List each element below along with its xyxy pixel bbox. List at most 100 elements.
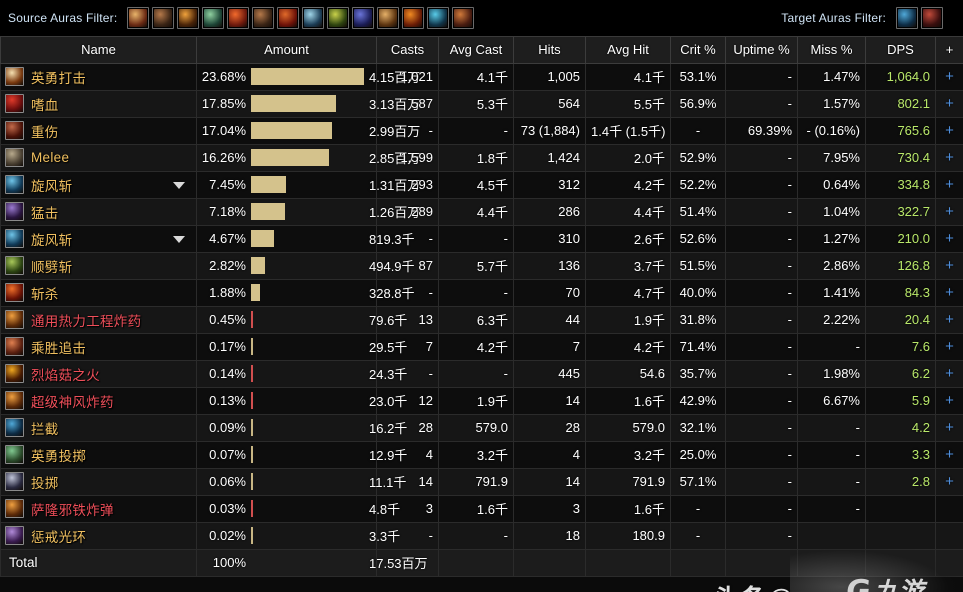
table-row[interactable]: 萨隆邪铁炸弹 0.03% 4.8千 3 1.6千 3 1.6千 - - - <box>0 495 963 523</box>
chevron-down-icon[interactable] <box>173 235 185 243</box>
aura-icon-demon[interactable] <box>277 7 300 29</box>
aura-icon-spirit[interactable] <box>427 7 450 29</box>
cell-name[interactable]: 顺劈斩 <box>0 252 197 280</box>
column-header-hits[interactable]: Hits <box>513 37 586 64</box>
table-row[interactable]: 猛击 7.18% 1.26百万 289 4.4千 286 4.4千 51.4% -1.04% 32… <box>0 198 963 226</box>
cell-expand[interactable]: + <box>935 279 963 307</box>
cell-name[interactable]: 拦截 <box>0 414 197 442</box>
cell-name[interactable]: 通用热力工程炸药 <box>0 306 197 334</box>
cell-expand[interactable]: + <box>935 171 963 199</box>
aura-icon-bleed[interactable] <box>127 7 150 29</box>
table-row[interactable]: Melee 16.26% 2.85百万 1,599 1.8千 1,424 2.0千 52.9%… <box>0 144 963 172</box>
cell-name[interactable]: 超级神风炸药 <box>0 387 197 415</box>
column-header-avg_hit[interactable]: Avg Hit <box>585 37 671 64</box>
cell-expand[interactable]: + <box>935 360 963 388</box>
spell-icon-cleave[interactable] <box>5 256 24 275</box>
spell-icon-deep-wounds[interactable] <box>5 121 24 140</box>
spell-icon-execute[interactable] <box>5 283 24 302</box>
spell-icon-slam[interactable] <box>5 202 24 221</box>
column-header-uptime[interactable]: Uptime % <box>725 37 798 64</box>
cell-name[interactable]: 烈焰菇之火 <box>0 360 197 388</box>
column-header-avg_cast[interactable]: Avg Cast <box>438 37 514 64</box>
item-icon-fire-mushroom[interactable] <box>5 364 24 383</box>
table-row[interactable]: 乘胜追击 0.17% 29.5千 7 4.2千 7 4.2千 71.4% - -7.6 + <box>0 333 963 361</box>
aura-icon-food[interactable] <box>377 7 400 29</box>
column-header-expand[interactable]: + <box>935 37 963 64</box>
chevron-down-icon[interactable] <box>173 181 185 189</box>
cell-expand[interactable]: + <box>935 117 963 145</box>
cell-expand[interactable]: + <box>935 90 963 118</box>
aura-icon-cyclone[interactable] <box>896 7 918 29</box>
spell-icon-victory-rush[interactable] <box>5 337 24 356</box>
aura-icon-frost[interactable] <box>302 7 325 29</box>
column-header-dps[interactable]: DPS <box>865 37 936 64</box>
aura-icon-fire[interactable] <box>402 7 425 29</box>
table-row[interactable]: 超级神风炸药 0.13% 23.0千 12 1.9千 14 1.6千 42.9% -6.67% 5… <box>0 387 963 415</box>
spell-icon-retribution-aura[interactable] <box>5 526 24 545</box>
spell-icon-intercept[interactable] <box>5 418 24 437</box>
spell-icon-heroic-throw[interactable] <box>5 445 24 464</box>
table-row[interactable]: 烈焰菇之火 0.14% 24.3千 - -445 54.6 35.7% -1.98% 6.2 + <box>0 360 963 388</box>
table-row[interactable]: 斩杀 1.88% 328.8千 - -70 4.7千 40.0% -1.41% 84.3 + <box>0 279 963 307</box>
cell-name[interactable]: 惩戒光环 <box>0 522 197 550</box>
item-icon-saronite-bomb[interactable] <box>5 499 24 518</box>
column-header-miss[interactable]: Miss % <box>797 37 866 64</box>
table-row[interactable]: 顺劈斩 2.82% 494.9千 87 5.7千 136 3.7千 51.5% -2.86% 12… <box>0 252 963 280</box>
cell-name[interactable]: 萨隆邪铁炸弹 <box>0 495 197 523</box>
aura-icon-totem[interactable] <box>327 7 350 29</box>
item-icon-thermal-explosive[interactable] <box>5 310 24 329</box>
cell-name[interactable]: 英勇投掷 <box>0 441 197 469</box>
table-row[interactable]: 惩戒光环 0.02% 3.3千 - -18 180.9- - <box>0 522 963 550</box>
table-row[interactable]: 旋风斩 7.45% 1.31百万 293 4.5千 312 4.2千 52.2% -0.64% 3… <box>0 171 963 199</box>
table-row[interactable]: 英勇投掷 0.07% 12.9千 4 3.2千 4 3.2千 25.0% - -3.3 + <box>0 441 963 469</box>
table-row[interactable]: 旋风斩 4.67% 819.3千 - -310 2.6千 52.6% -1.27% 210.0 + <box>0 225 963 253</box>
spell-icon-throw[interactable] <box>5 472 24 491</box>
cell-name[interactable]: 投掷 <box>0 468 197 496</box>
aura-icon-strength[interactable] <box>252 7 275 29</box>
aura-icon-nature[interactable] <box>202 7 225 29</box>
aura-icon-wound[interactable] <box>921 7 943 29</box>
spell-icon-whirlwind[interactable] <box>5 175 24 194</box>
cell-expand[interactable]: + <box>935 225 963 253</box>
table-row[interactable]: 通用热力工程炸药 0.45% 79.6千 13 6.3千 44 1.9千 31.8% -2.22… <box>0 306 963 334</box>
table-row[interactable]: 投掷 0.06% 11.1千 14 791.9 14 791.9 57.1% - -2.8 + <box>0 468 963 496</box>
cell-expand[interactable]: + <box>935 333 963 361</box>
cell-expand[interactable]: + <box>935 252 963 280</box>
cell-name[interactable]: Melee <box>0 144 197 172</box>
cell-name[interactable]: 嗜血 <box>0 90 197 118</box>
spell-icon-bloodthirst[interactable] <box>5 94 24 113</box>
spell-icon-whirlwind[interactable] <box>5 229 24 248</box>
spell-icon-melee[interactable] <box>5 148 24 167</box>
cell-expand[interactable] <box>935 522 963 550</box>
aura-icon-might[interactable] <box>152 7 175 29</box>
aura-icon-curse[interactable] <box>452 7 475 29</box>
cell-name[interactable]: 重伤 <box>0 117 197 145</box>
item-icon-goblin-sapper[interactable] <box>5 391 24 410</box>
cell-name[interactable]: 旋风斩 <box>0 171 197 199</box>
cell-expand[interactable]: + <box>935 468 963 496</box>
cell-expand[interactable]: + <box>935 387 963 415</box>
table-row[interactable]: 嗜血 17.85% 3.13百万 587 5.3千 564 5.5千 56.9% -1.57% 8… <box>0 90 963 118</box>
cell-name[interactable]: 斩杀 <box>0 279 197 307</box>
cell-expand[interactable]: + <box>935 306 963 334</box>
aura-icon-shadow[interactable] <box>352 7 375 29</box>
cell-expand[interactable]: + <box>935 414 963 442</box>
column-header-amount[interactable]: Amount <box>196 37 377 64</box>
cell-expand[interactable]: + <box>935 144 963 172</box>
cell-name[interactable]: 乘胜追击 <box>0 333 197 361</box>
table-row[interactable]: 英勇打击 23.68% 4.15百万 1,021 4.1千 1,005 4.1千 53.1% -… <box>0 63 963 91</box>
aura-icon-flask[interactable] <box>177 7 200 29</box>
cell-expand[interactable]: + <box>935 198 963 226</box>
column-header-crit[interactable]: Crit % <box>670 37 726 64</box>
table-row[interactable]: 拦截 0.09% 16.2千 28 579.0 28 579.0 32.1% - -4.2 + <box>0 414 963 442</box>
column-header-name[interactable]: Name <box>0 37 197 64</box>
aura-icon-rage[interactable] <box>227 7 250 29</box>
column-header-casts[interactable]: Casts <box>376 37 439 64</box>
cell-name[interactable]: 英勇打击 <box>0 63 197 91</box>
cell-expand[interactable] <box>935 495 963 523</box>
table-row[interactable]: 重伤 17.04% 2.99百万 - -73 (1,884) 1.4千 (1.5千) -69… <box>0 117 963 145</box>
cell-expand[interactable]: + <box>935 441 963 469</box>
cell-name[interactable]: 旋风斩 <box>0 225 197 253</box>
cell-name[interactable]: 猛击 <box>0 198 197 226</box>
cell-expand[interactable]: + <box>935 63 963 91</box>
